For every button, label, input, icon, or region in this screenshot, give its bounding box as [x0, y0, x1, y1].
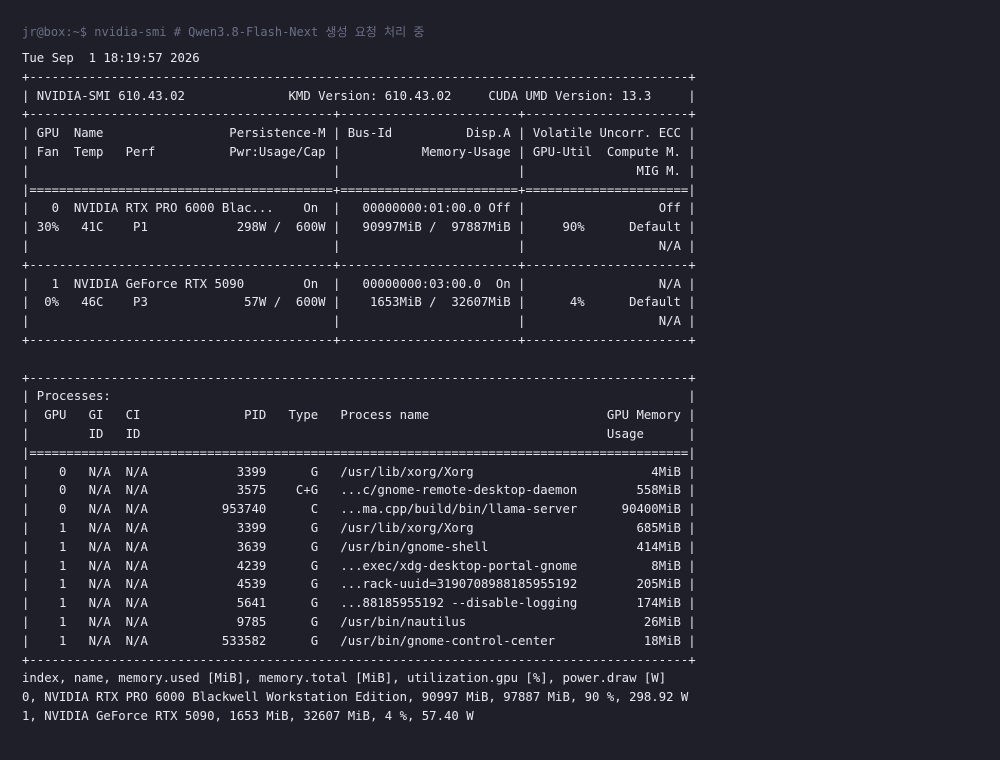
nvidia-smi-output: Tue Sep 1 18:19:57 2026 +---------------…	[22, 51, 696, 723]
command-prompt-line: jr@box:~$ nvidia-smi # Qwen3.8-Flash-Nex…	[22, 25, 425, 39]
terminal-window[interactable]: jr@box:~$ nvidia-smi # Qwen3.8-Flash-Nex…	[0, 0, 1000, 760]
